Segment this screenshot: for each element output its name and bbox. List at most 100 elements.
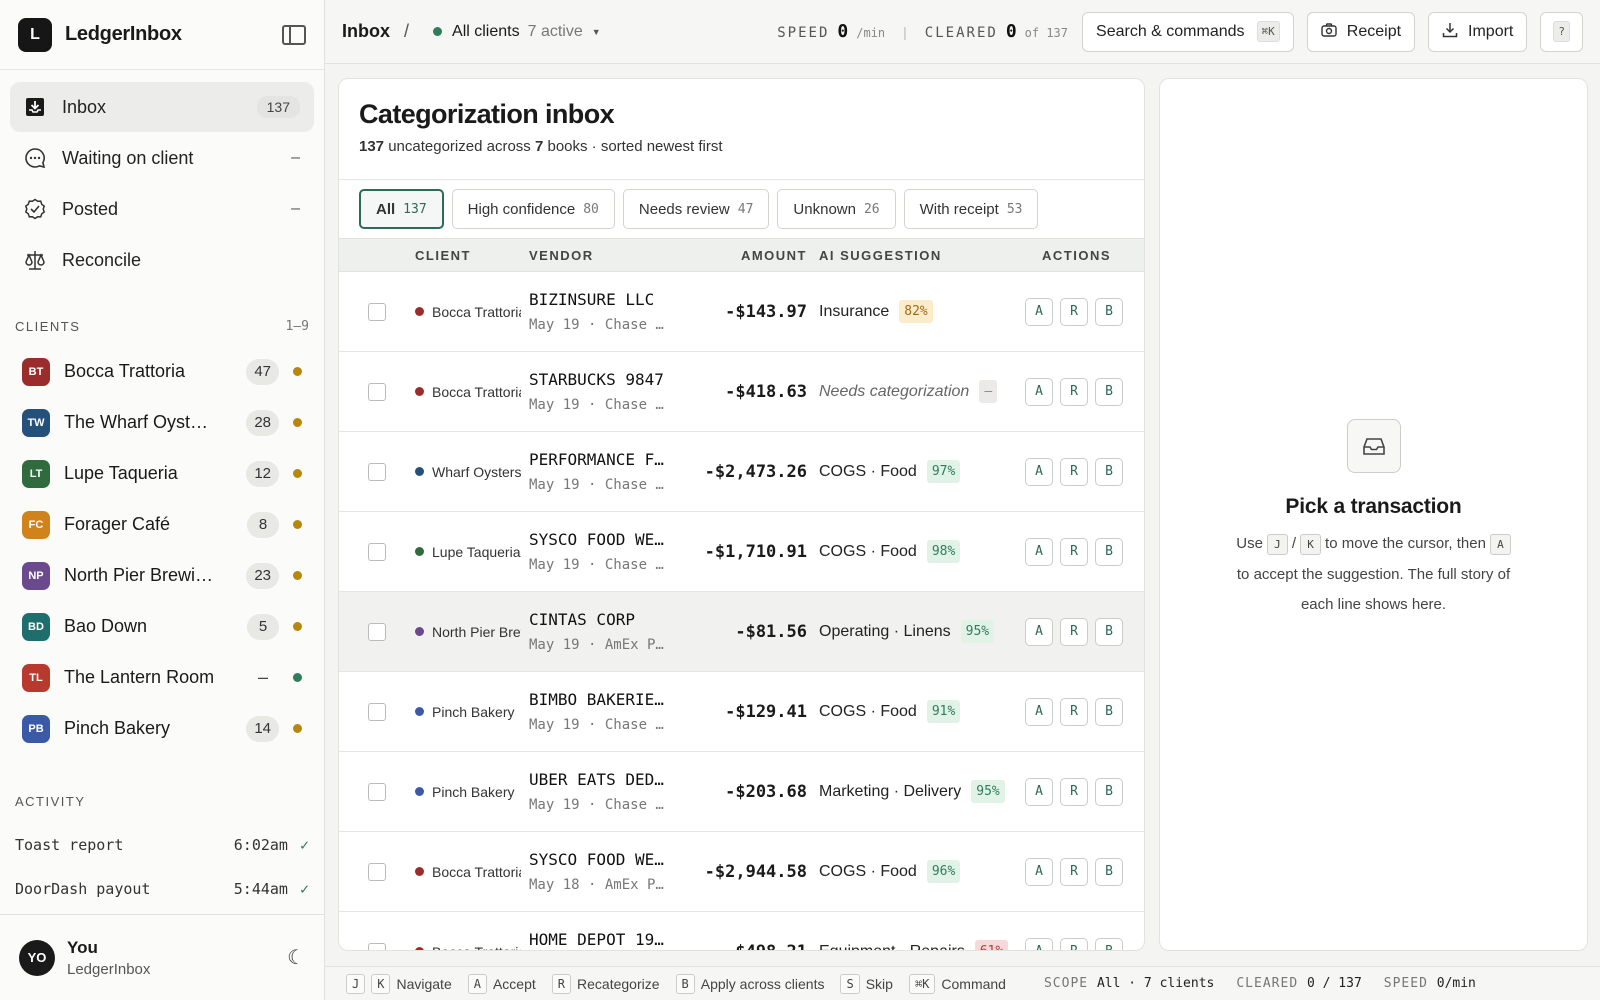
row-suggestion[interactable]: Insurance 82%	[819, 300, 1019, 323]
filter-chip[interactable]: High confidence 80	[451, 189, 615, 229]
filter-chip[interactable]: With receipt 53	[903, 189, 1039, 229]
row-checkbox[interactable]	[368, 702, 386, 721]
action-a-button[interactable]: A	[1025, 617, 1053, 646]
action-r-button[interactable]: R	[1060, 537, 1088, 566]
app-logo[interactable]: L	[18, 17, 52, 52]
action-a-button[interactable]: A	[1025, 697, 1053, 726]
nav-item-inbox[interactable]: Inbox 137	[10, 82, 314, 132]
search-commands-button[interactable]: Search & commands ⌘K	[1082, 11, 1294, 52]
table-row[interactable]: Lupe Taqueria SYSCO FOOD WE… May 19 · Chas…	[339, 512, 1144, 592]
caret-down-icon[interactable]: ▼	[592, 27, 601, 37]
action-r-button[interactable]: R	[1060, 937, 1088, 950]
row-checkbox[interactable]	[368, 542, 386, 561]
action-a-button[interactable]: A	[1025, 857, 1053, 886]
row-select-cell	[339, 302, 415, 321]
column-client[interactable]: CLIENT	[415, 248, 521, 263]
filter-label: High confidence	[467, 200, 576, 218]
action-r-button[interactable]: R	[1060, 857, 1088, 886]
row-suggestion[interactable]: Needs categorization —	[819, 380, 1019, 403]
action-a-button[interactable]: A	[1025, 537, 1053, 566]
action-r-button[interactable]: R	[1060, 377, 1088, 406]
help-button[interactable]: ?	[1540, 11, 1583, 52]
filter-chip[interactable]: Needs review 47	[622, 189, 770, 229]
confidence-badge: 91%	[926, 700, 961, 723]
row-suggestion[interactable]: COGS · Food 98%	[819, 540, 1019, 563]
row-checkbox[interactable]	[368, 782, 386, 801]
action-a-button[interactable]: A	[1025, 377, 1053, 406]
row-suggestion[interactable]: COGS · Food 91%	[819, 700, 1019, 723]
nav-item-reconcile[interactable]: Reconcile	[10, 235, 314, 285]
action-b-button[interactable]: B	[1095, 857, 1123, 886]
row-checkbox[interactable]	[368, 462, 386, 481]
filter-chips: All 137 High confidence 80 Needs review 47 Unk…	[339, 180, 1144, 238]
moon-icon[interactable]: ☾	[287, 945, 305, 970]
action-b-button[interactable]: B	[1095, 697, 1123, 726]
column-vendor[interactable]: VENDOR	[521, 248, 671, 263]
breadcrumb[interactable]: Inbox	[342, 21, 390, 42]
table-row[interactable]: Bocca TrattoriaHOME DEPOT 19…May 18 · Ch…	[339, 912, 1144, 950]
filter-chip[interactable]: All 137	[359, 189, 444, 229]
action-b-button[interactable]: B	[1095, 377, 1123, 406]
table-row[interactable]: Bocca Trattoria BIZINSURE LLC May 19 · Cha…	[339, 272, 1144, 352]
row-checkbox[interactable]	[368, 302, 386, 321]
activity-item[interactable]: DoorDash payout 5:44am ✓	[0, 867, 324, 911]
action-b-button[interactable]: B	[1095, 617, 1123, 646]
row-checkbox[interactable]	[368, 862, 386, 881]
search-label: Search & commands	[1096, 22, 1245, 40]
client-status-dot	[293, 469, 302, 478]
row-suggestion[interactable]: Marketing · Delivery 95%	[819, 780, 1019, 803]
action-r-button[interactable]: R	[1060, 617, 1088, 646]
activity-time: 6:02am	[233, 836, 288, 854]
nav-item-waiting[interactable]: Waiting on client –	[10, 133, 314, 183]
action-b-button[interactable]: B	[1095, 537, 1123, 566]
client-item[interactable]: TW The Wharf Oyst… 28	[0, 397, 324, 448]
sidebar-toggle-icon[interactable]	[282, 24, 306, 45]
receipt-button[interactable]: Receipt	[1306, 11, 1416, 52]
row-amount: -$418.63	[725, 381, 807, 402]
table-row[interactable]: Pinch Bakery BIMBO BAKERIE… May 19 · Chase…	[339, 672, 1144, 752]
action-r-button[interactable]: R	[1060, 777, 1088, 806]
user-profile[interactable]: YO You LedgerInbox ☾	[0, 914, 324, 1000]
row-suggestion[interactable]: Operating · Linens 95%	[819, 620, 1019, 643]
column-amount[interactable]: AMOUNT	[671, 248, 819, 263]
action-r-button[interactable]: R	[1060, 457, 1088, 486]
client-item[interactable]: BD Bao Down 5	[0, 601, 324, 652]
column-suggestion[interactable]: AI SUGGESTION	[819, 248, 1019, 263]
row-checkbox[interactable]	[368, 622, 386, 641]
row-suggestion[interactable]: COGS · Food 97%	[819, 460, 1019, 483]
action-b-button[interactable]: B	[1095, 457, 1123, 486]
client-item[interactable]: FC Forager Café 8	[0, 499, 324, 550]
nav-item-posted[interactable]: Posted –	[10, 184, 314, 234]
action-a-button[interactable]: A	[1025, 937, 1053, 950]
action-b-button[interactable]: B	[1095, 297, 1123, 326]
action-r-button[interactable]: R	[1060, 697, 1088, 726]
client-item[interactable]: NP North Pier Brewi… 23	[0, 550, 324, 601]
row-checkbox[interactable]	[368, 382, 386, 401]
client-item[interactable]: PB Pinch Bakery 14	[0, 703, 324, 754]
filter-chip[interactable]: Unknown 26	[777, 189, 896, 229]
activity-item[interactable]: Toast report 6:02am ✓	[0, 823, 324, 867]
action-a-button[interactable]: A	[1025, 297, 1053, 326]
action-b-button[interactable]: B	[1095, 777, 1123, 806]
table-row[interactable]: Bocca Trattoria STARBUCKS 9847 May 19 · Ch…	[339, 352, 1144, 432]
shortcut-key: J	[346, 973, 366, 994]
suggestion-text: Marketing · Delivery	[819, 782, 962, 800]
action-r-button[interactable]: R	[1060, 297, 1088, 326]
row-suggestion[interactable]: COGS · Food 96%	[819, 860, 1019, 883]
action-b-button[interactable]: B	[1095, 937, 1123, 950]
row-checkbox[interactable]	[368, 942, 386, 950]
activity-section-header: ACTIVITY	[0, 794, 324, 809]
scope-selector[interactable]: All clients	[452, 23, 520, 41]
action-a-button[interactable]: A	[1025, 457, 1053, 486]
client-item[interactable]: LT Lupe Taqueria 12	[0, 448, 324, 499]
table-row[interactable]: Pinch Bakery UBER EATS DED… May 19 · Chase…	[339, 752, 1144, 832]
client-item[interactable]: BT Bocca Trattoria 47	[0, 346, 324, 397]
table-row[interactable]: Wharf Oysters PERFORMANCE F… May 19 · Chas…	[339, 432, 1144, 512]
table-row[interactable]: North Pier Brewing CINTAS CORP May 19 · Am…	[339, 592, 1144, 672]
action-a-button[interactable]: A	[1025, 777, 1053, 806]
client-item[interactable]: TL The Lantern Room –	[0, 652, 324, 703]
import-button[interactable]: Import	[1428, 11, 1528, 52]
speed-label: SPEED	[777, 25, 830, 41]
table-row[interactable]: Bocca Trattoria SYSCO FOOD WE… May 18 · Am…	[339, 832, 1144, 912]
row-suggestion[interactable]: Equipment · Repairs 61%	[819, 940, 1019, 950]
